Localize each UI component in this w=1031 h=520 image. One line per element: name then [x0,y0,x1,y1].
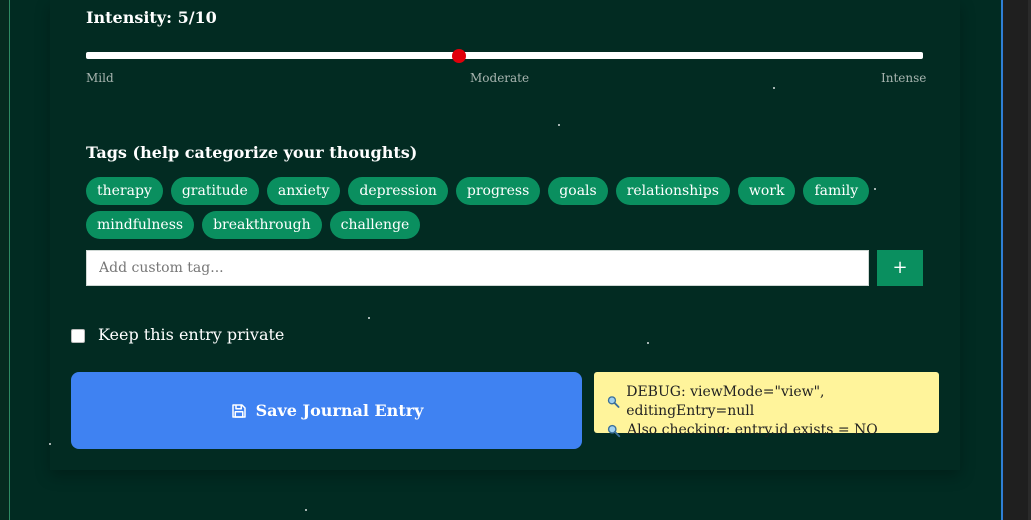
floppy-disk-icon [231,403,246,418]
save-button-label: Save Journal Entry [255,401,424,420]
intensity-label: Intensity: 5/10 [86,8,217,27]
speck [305,509,307,511]
private-label: Keep this entry private [98,325,285,344]
tag-goals[interactable]: goals [548,177,608,205]
tag-family[interactable]: family [803,177,870,205]
speck [647,342,649,344]
scale-min-label: Mild [86,71,114,85]
magnifier-icon [607,396,620,408]
scale-mid-label: Moderate [470,71,530,85]
tag-challenge[interactable]: challenge [329,211,421,239]
tag-anxiety[interactable]: anxiety [266,177,341,205]
private-checkbox[interactable] [71,329,85,343]
tag-relationships[interactable]: relationships [615,177,730,205]
tag-depression[interactable]: depression [348,177,448,205]
speck [49,443,51,445]
speck [773,87,775,89]
tag-gratitude[interactable]: gratitude [170,177,259,205]
right-gutter [1001,0,1031,520]
tag-row-1: therapy gratitude anxiety depression pro… [86,177,946,205]
debug-text-1: DEBUG: viewMode="view", editingEntry=nul… [626,384,825,419]
tag-breakthrough[interactable]: breakthrough [202,211,322,239]
intensity-slider-thumb[interactable] [452,49,466,63]
intensity-slider-track[interactable] [86,52,923,59]
debug-panel: DEBUG: viewMode="view", editingEntry=nul… [594,372,939,438]
magnifier-icon [607,424,621,437]
debug-line-2: Also checking: entry.id exists = NO [607,421,939,440]
tag-work[interactable]: work [737,177,796,205]
speck [368,317,370,319]
tag-progress[interactable]: progress [455,177,541,205]
tag-therapy[interactable]: therapy [86,177,163,205]
tags-heading: Tags (help categorize your thoughts) [86,143,418,162]
tag-mindfulness[interactable]: mindfulness [86,211,195,239]
left-edge [0,0,10,520]
tag-row-2: mindfulness breakthrough challenge [86,211,946,239]
add-tag-button[interactable]: + [877,250,923,286]
debug-line-1: DEBUG: viewMode="view", editingEntry=nul… [607,383,939,421]
speck [874,188,876,190]
debug-text-2: Also checking: entry.id exists = NO [627,422,878,438]
custom-tag-input[interactable] [86,250,869,286]
tag-list: therapy gratitude anxiety depression pro… [86,177,946,245]
save-journal-entry-button[interactable]: Save Journal Entry [71,372,582,449]
speck [558,124,560,126]
scale-max-label: Intense [881,71,927,85]
